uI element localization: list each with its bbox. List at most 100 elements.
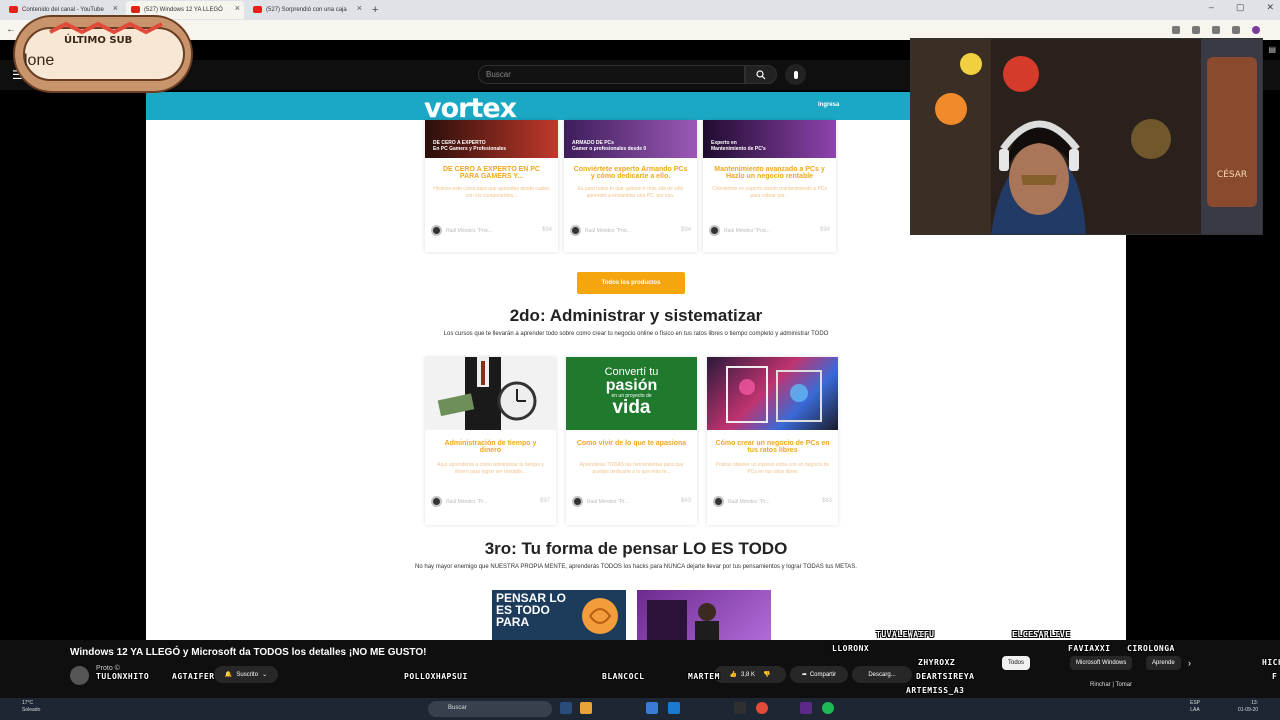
price: $94 xyxy=(541,227,552,233)
course-title: Cómo crear un negocio de PCs en tus rato… xyxy=(715,440,830,454)
screen: Contenido del canal - YouTube × (527) Wi… xyxy=(0,0,1280,720)
search-button[interactable] xyxy=(745,65,777,84)
chip-all[interactable]: Todos xyxy=(1002,656,1031,670)
author-name: Raúl Méndez "Pr... xyxy=(587,499,629,505)
chrome-icon[interactable] xyxy=(756,702,768,714)
share-icon: ➦ xyxy=(801,672,807,678)
store-icon[interactable] xyxy=(646,702,658,714)
course-image: Experto en Mantenimiento de PC's xyxy=(703,120,836,158)
download-button[interactable]: Descarg... xyxy=(852,666,912,683)
course-description: Aprenderás TODAS las herramientas para q… xyxy=(579,462,684,475)
course-footer: Raúl Méndez "Prot... $94 xyxy=(564,220,697,240)
bookmarks-folder-icon[interactable]: ▤ xyxy=(1268,45,1276,54)
taskbar-search[interactable]: Buscar xyxy=(428,701,552,717)
share-label: Compartir xyxy=(809,671,837,678)
section2-subtitle: Los cursos que te llevarán a aprender to… xyxy=(443,331,829,337)
last-sub-overlay: ÚLTIMO SUB lone xyxy=(10,10,196,94)
search-icon xyxy=(756,69,766,79)
language-indicator[interactable]: ESP LAA xyxy=(1190,700,1200,714)
extensions-icon[interactable] xyxy=(1212,26,1220,34)
course-title: Conviértete experto Armando PCs y cómo d… xyxy=(573,166,688,180)
toolbar-icons xyxy=(1172,26,1260,34)
file-explorer-icon[interactable] xyxy=(580,702,592,714)
profile-avatar-icon[interactable] xyxy=(1252,26,1260,34)
chip-microsoft-windows[interactable]: Microsoft Windows xyxy=(1070,656,1133,670)
voice-search-button[interactable] xyxy=(785,64,806,85)
thumbs-down-icon: 👎 xyxy=(763,672,771,678)
browser-tab[interactable]: (527) Sorprendió con una caja × xyxy=(248,1,366,19)
maximize-icon[interactable]: ▢ xyxy=(1236,2,1245,13)
course-card: Experto en Mantenimiento de PC's Mantenim… xyxy=(703,120,836,252)
chat-username: LLORONX xyxy=(832,644,870,653)
like-dislike-button[interactable]: 👍 3,8 K 👎 xyxy=(714,666,786,683)
subscribed-button[interactable]: 🔔 Suscrito ⌄ xyxy=(214,666,278,683)
like-count: 3,8 K xyxy=(740,671,755,678)
price: $94 xyxy=(819,227,830,233)
author-name: Raúl Méndez "Prot... xyxy=(724,228,770,234)
weather-condition: Soleado xyxy=(22,707,41,713)
chevron-right-icon[interactable]: › xyxy=(1182,656,1197,670)
share-button[interactable]: ➦ Compartir xyxy=(790,666,848,683)
chat-username: AGTAIFER xyxy=(172,672,215,681)
course-description: Conviértete en experto dando mantenimien… xyxy=(711,186,828,199)
image-tag-subtitle: Mantenimiento de PC's xyxy=(711,146,766,152)
last-sub-name: lone xyxy=(24,52,55,69)
gaming-pc-image xyxy=(726,366,822,423)
pensar-course-image: PENSAR LO ES TODO PARA xyxy=(492,590,626,640)
microphone-icon xyxy=(793,70,798,79)
course-footer: Raúl Méndez "Prot... $94 xyxy=(425,220,558,240)
chat-username: POLLOXHAPSUI xyxy=(404,672,468,681)
course-title: Administración de tiempo y dinero xyxy=(444,440,537,454)
section2-title: 2do: Administrar y sistematizar xyxy=(509,306,763,325)
close-tab-icon[interactable]: × xyxy=(357,3,362,13)
businessman-clock-image xyxy=(437,357,537,430)
course-title: Mantenimiento avanzado a PCs y Hazlo un … xyxy=(714,166,825,180)
weather-widget[interactable]: 17°C Soleado xyxy=(22,700,40,714)
last-sub-label: ÚLTIMO SUB xyxy=(64,35,133,46)
downloads-icon[interactable] xyxy=(1232,26,1240,34)
course-card: DE CERO A EXPERTO En PC Gamers y Profesio… xyxy=(425,120,558,252)
author-name: Raúl Méndez "Pr... xyxy=(728,499,770,505)
close-window-icon[interactable]: ✕ xyxy=(1266,2,1274,13)
course-image: Convertí tu pasión en un proyecto de vid… xyxy=(566,357,697,430)
terminal-icon[interactable] xyxy=(734,702,746,714)
author-avatar xyxy=(431,496,442,507)
chat-username: ELCESARLIVE xyxy=(1012,630,1071,639)
streamer-webcam-image: CÉSAR xyxy=(911,39,1262,234)
course-title: DE CERO A EXPERTO EN PC PARA GAMERS Y... xyxy=(443,166,540,180)
price: $63 xyxy=(680,498,691,504)
app-icon[interactable] xyxy=(800,702,812,714)
bookmark-star-icon[interactable] xyxy=(1192,26,1200,34)
youtube-search-input[interactable]: Buscar xyxy=(478,65,745,84)
author-name: Raúl Méndez "Pr... xyxy=(446,499,488,505)
chat-username: HICH xyxy=(1262,658,1280,667)
chat-username: ARTEMISS_A3 xyxy=(906,686,965,695)
minimize-icon[interactable]: – xyxy=(1209,2,1214,13)
new-tab-icon[interactable]: + xyxy=(372,4,378,16)
channel-avatar[interactable] xyxy=(70,666,89,685)
install-icon[interactable] xyxy=(1172,26,1180,34)
task-view-icon[interactable] xyxy=(560,702,572,714)
course-footer: Raúl Méndez "Pr... $97 xyxy=(425,491,556,511)
channel-name[interactable]: Proto © xyxy=(96,665,120,672)
spotify-icon[interactable] xyxy=(822,702,834,714)
recommended-title[interactable]: Rinchar | Tomar xyxy=(1090,682,1132,688)
course-card: Cómo crear un negocio de PCs en tus rato… xyxy=(707,357,838,525)
section3-subtitle: No hay mayor enemigo que NUESTRA PROPIA … xyxy=(415,564,857,570)
author-avatar xyxy=(431,225,442,236)
svg-text:CÉSAR: CÉSAR xyxy=(1217,168,1247,180)
mail-icon[interactable] xyxy=(668,702,680,714)
chat-username: TULONXHITO xyxy=(96,672,150,681)
window-controls: – ▢ ✕ xyxy=(1209,2,1274,13)
course-image: ARMADO DE PCs Gamer o profesionales desde… xyxy=(564,120,697,158)
youtube-favicon-icon xyxy=(253,6,262,13)
course-description: Podrás obtener un ingreso extra con un n… xyxy=(715,462,830,475)
author-avatar xyxy=(572,496,583,507)
image-tag-subtitle: Gamer o profesionales desde 0 xyxy=(572,146,647,152)
chip-aprende[interactable]: Aprende xyxy=(1146,656,1181,670)
chat-username: CIROLONGA xyxy=(1127,644,1175,653)
system-clock[interactable]: 13: 01-09-20 xyxy=(1238,700,1258,714)
author-name: Raúl Méndez "Prot... xyxy=(585,228,631,234)
course-image xyxy=(637,590,771,640)
close-tab-icon[interactable]: × xyxy=(235,3,240,13)
